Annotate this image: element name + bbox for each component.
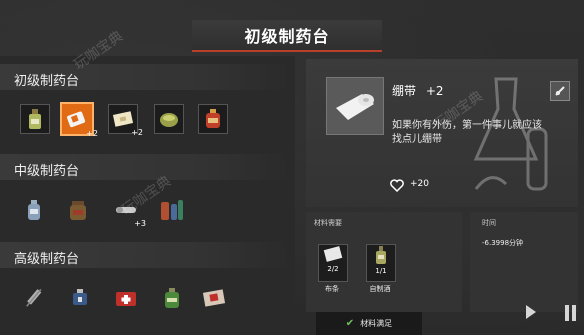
material-slot-alcohol[interactable]: 1/1 [366,244,396,282]
recipe-slot-flask[interactable] [20,196,48,224]
recipe-slot-first-aid-kit[interactable] [112,284,140,312]
potion-icon [206,109,220,128]
item-count: +2 [425,84,444,98]
section-title-intermediate: 中级制药台 [14,164,80,179]
material-label: 自制酒 [369,285,391,293]
cloth-icon [323,246,343,262]
medkit-small-icon [73,289,87,305]
slot-badge: +3 [134,219,146,228]
lab-glassware-decoration [473,77,548,191]
gauze-icon [112,111,134,127]
first-aid-kit-icon [116,292,136,306]
jar-icon [70,201,86,220]
time-value: -6.3998分钟 [482,239,524,247]
item-name-text: 绷带 [392,84,417,98]
time-title: 时间 [482,219,496,227]
item-image-frame [326,77,384,135]
header-tab: 初级制药台 [192,20,382,52]
recipe-slot-jar[interactable] [64,196,92,224]
syringe-icon [26,288,42,307]
recipe-slot-bottle[interactable] [20,104,50,134]
bandage-roll-icon [336,94,374,120]
heart-icon [390,179,404,192]
section-title-basic: 初级制药台 [14,74,80,89]
flask-icon [28,200,40,220]
time-panel: 时间 -6.3998分钟 [470,212,578,312]
recipe-slot-gauze[interactable]: +2 [108,104,143,137]
slot-badge: +2 [86,129,98,138]
med-pack-icon [202,289,226,307]
recipe-slot-vials[interactable] [158,196,186,224]
alcohol-bottle-icon [376,246,386,264]
recipe-slot-green-potion[interactable] [158,284,186,312]
recipe-slot-med-pack[interactable] [200,284,228,312]
material-count: 2/2 [327,265,339,273]
material-label: 布条 [325,285,339,293]
recipe-slot-herb-bowl[interactable] [154,104,184,134]
check-icon: ✔ [345,318,355,329]
recipe-slot-syringe[interactable] [20,284,48,312]
recipe-slot-medkit-small[interactable] [66,284,94,312]
bottle-icon [29,109,41,129]
craft-confirm-button[interactable]: ✔ 材料满足 [316,312,422,335]
materials-title: 材料需要 [314,219,342,227]
item-name: 绷带 +2 [392,82,444,99]
slot-badge: +2 [131,128,143,137]
vials-icon [161,200,183,220]
confirm-label: 材料满足 [360,319,393,328]
bandage-icon [67,111,86,128]
material-slot-cloth[interactable]: 2/2 [318,244,348,282]
recipe-slot-potion[interactable] [198,104,228,134]
pestle-icon [555,86,565,96]
play-arrow-icon[interactable] [524,303,538,321]
herb-bowl-icon [160,113,178,127]
recipe-slot-bandage[interactable]: +2 [60,102,98,138]
recipe-book-button[interactable] [550,81,570,101]
signal-bars-icon [565,305,576,321]
materials-panel: 材料需要 2/2 布条 1/1 自制酒 [306,212,462,312]
page-title: 初级制药台 [244,27,330,46]
material-count: 1/1 [375,267,387,275]
section-title-advanced: 高级制药台 [14,252,80,267]
health-value: +20 [410,179,429,189]
green-potion-icon [165,288,179,308]
